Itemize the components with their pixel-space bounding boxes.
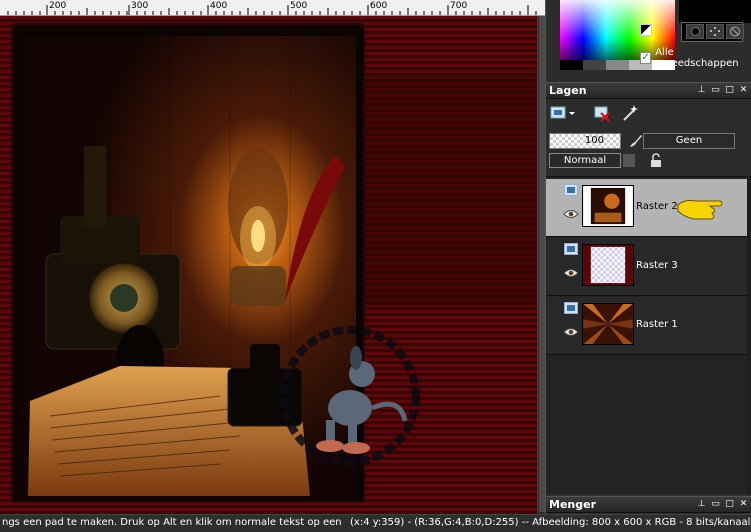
materials-palette: ✓ Alle gereedschappen <box>546 0 751 80</box>
ruler-label-500: 500 <box>290 1 308 11</box>
foreground-color-swatch[interactable] <box>679 0 751 23</box>
layer-name: Raster 2 <box>636 201 678 212</box>
mixer-panel-header[interactable]: Menger ⊥ ▭ □ ✕ <box>546 496 751 513</box>
ruler-label-200: 200 <box>49 1 67 11</box>
raster-layer-type-icon <box>564 243 578 255</box>
right-dock: ✓ Alle gereedschappen Lagen ⊥ ▭ □ ✕ 100 … <box>545 0 751 514</box>
layer-thumbnail <box>582 244 634 286</box>
reset-colors-icon[interactable] <box>640 24 652 36</box>
layers-scrollbar[interactable] <box>747 176 751 494</box>
ruler-label-700: 700 <box>450 1 468 11</box>
layers-list: Raster 2 Raster 3 Raster 1 <box>546 176 751 494</box>
brush-icon <box>630 135 642 147</box>
pointing-hand-icon <box>677 200 723 220</box>
raster-layer-type-icon <box>564 302 578 314</box>
layer-row-raster-2[interactable]: Raster 2 <box>546 179 751 237</box>
layer-thumbnail <box>582 185 634 227</box>
opacity-row: 100 Geen <box>549 133 749 151</box>
maximize-icon[interactable]: □ <box>724 85 735 96</box>
delete-layer-button[interactable] <box>592 103 612 123</box>
pin-icon[interactable]: ⊥ <box>696 499 707 510</box>
close-icon[interactable]: ✕ <box>738 85 749 96</box>
pin-icon[interactable]: ⊥ <box>696 85 707 96</box>
mixer-panel-title: Menger <box>549 498 596 511</box>
ruler-label-600: 600 <box>370 1 388 11</box>
lock-icon[interactable] <box>649 153 663 168</box>
restore-icon[interactable]: ▭ <box>710 85 721 96</box>
status-image-info: (x:4 y:359) - (R:36,G:4,B:0,D:255) -- Af… <box>350 517 751 528</box>
image-canvas[interactable] <box>0 16 545 514</box>
magic-wand-icon <box>623 105 638 121</box>
gradient-icon <box>710 27 720 36</box>
layer-name: Raster 1 <box>636 319 678 330</box>
restore-icon[interactable]: ▭ <box>710 499 721 510</box>
status-hint-text: ngs een pad te maken. Druk op Alt en kli… <box>2 517 342 528</box>
new-layer-button[interactable] <box>549 103 577 123</box>
mask-selector[interactable]: Geen <box>643 133 735 149</box>
layer-row-raster-1[interactable]: Raster 1 <box>546 297 751 355</box>
blend-mode-select[interactable]: Normaal <box>549 153 621 168</box>
delete-layer-icon <box>594 106 610 122</box>
visibility-eye-icon[interactable] <box>563 327 579 337</box>
canvas-artwork <box>0 16 537 514</box>
color-mode-button[interactable] <box>686 24 704 39</box>
blend-mode-dropdown-arrow[interactable] <box>623 154 635 167</box>
layers-toolbar <box>546 101 751 125</box>
ruler-label-300: 300 <box>131 1 149 11</box>
layer-row-raster-3[interactable]: Raster 3 <box>546 238 751 296</box>
status-bar: ngs een pad te maken. Druk op Alt en kli… <box>0 514 751 532</box>
layer-name: Raster 3 <box>636 260 678 271</box>
all-tools-option[interactable]: ✓ Alle gereedschappen <box>640 47 751 69</box>
visibility-eye-icon[interactable] <box>563 209 579 219</box>
visibility-eye-icon[interactable] <box>563 268 579 278</box>
layers-panel-header[interactable]: Lagen ⊥ ▭ □ ✕ <box>546 82 751 99</box>
layer-thumbnail <box>582 303 634 345</box>
all-tools-label: Alle gereedschappen <box>655 47 739 69</box>
blend-mode-row: Normaal <box>549 153 749 171</box>
new-raster-layer-icon <box>550 106 575 119</box>
all-tools-checkbox[interactable]: ✓ <box>640 52 652 64</box>
layers-panel-title: Lagen <box>549 84 587 97</box>
close-icon[interactable]: ✕ <box>738 499 749 510</box>
maximize-icon[interactable]: □ <box>724 499 735 510</box>
no-color-icon <box>730 26 740 37</box>
gradient-mode-button[interactable] <box>706 24 724 39</box>
ruler-label-400: 400 <box>210 1 228 11</box>
layer-properties-button[interactable] <box>620 103 640 123</box>
raster-layer-type-icon <box>564 184 578 196</box>
canvas-vertical-scrollbar[interactable] <box>537 16 545 514</box>
opacity-field[interactable]: 100 <box>549 133 621 149</box>
horizontal-ruler: 200 300 400 500 600 700 <box>0 0 545 16</box>
transparent-mode-button[interactable] <box>726 24 744 39</box>
